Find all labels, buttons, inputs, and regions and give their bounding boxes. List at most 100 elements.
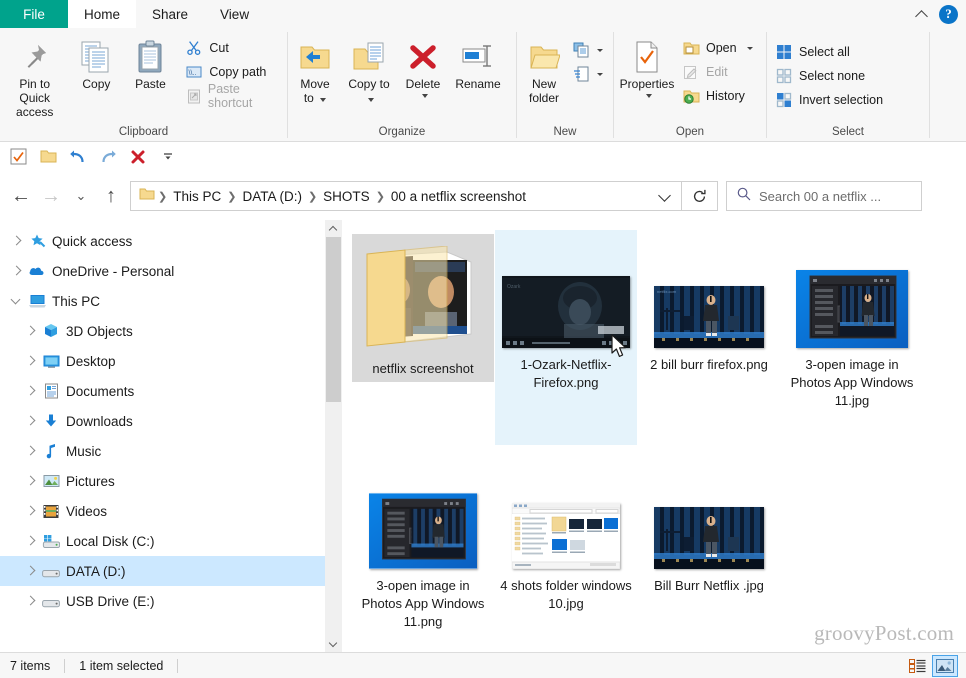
sidebar-item-data-d[interactable]: DATA (D:) <box>0 556 342 586</box>
breadcrumb-sep-3[interactable]: ❯ <box>375 190 386 203</box>
pin-to-quick-access-button[interactable]: Pin to Quick access <box>0 34 69 122</box>
twisty-icon[interactable] <box>6 291 26 311</box>
tab-view[interactable]: View <box>204 0 266 28</box>
breadcrumb-item-this-pc[interactable]: This PC <box>168 189 226 204</box>
paste-shortcut-button[interactable]: Paste shortcut <box>183 82 287 110</box>
help-icon[interactable]: ? <box>939 4 958 24</box>
breadcrumb-item-shots[interactable]: SHOTS <box>318 189 375 204</box>
delete-button[interactable]: Delete <box>396 34 450 101</box>
redo-arrow-icon[interactable] <box>98 147 118 167</box>
list-item[interactable]: 4 shots folder windows 10.jpg <box>495 451 637 666</box>
copy-path-button[interactable]: \\.. Copy path <box>183 60 287 84</box>
new-folder-button[interactable]: New folder <box>517 34 571 108</box>
twisty-icon[interactable] <box>20 471 40 491</box>
tab-file[interactable]: File <box>0 0 68 28</box>
twisty-icon[interactable] <box>20 561 40 581</box>
scroll-down-icon[interactable] <box>325 635 342 652</box>
cut-button[interactable]: Cut <box>183 36 287 60</box>
twisty-icon[interactable] <box>6 231 26 251</box>
sidebar-item-pictures[interactable]: Pictures <box>0 466 342 496</box>
new-item-button[interactable] <box>571 38 609 62</box>
navigation-pane-scrollbar[interactable] <box>325 220 342 652</box>
history-icon <box>682 87 700 105</box>
refresh-icon[interactable] <box>682 181 718 211</box>
sidebar-item-music[interactable]: Music <box>0 436 342 466</box>
rename-button[interactable]: Rename <box>450 34 506 94</box>
open-caret-icon[interactable] <box>746 46 753 50</box>
sidebar-item-quick-access[interactable]: Quick access <box>0 226 342 256</box>
back-arrow-icon[interactable]: ← <box>6 181 36 211</box>
history-button[interactable]: History <box>680 84 759 108</box>
copy-to-button[interactable]: Copy to <box>342 34 396 108</box>
twisty-icon[interactable] <box>20 321 40 341</box>
breadcrumb-sep-0[interactable]: ❯ <box>157 190 168 203</box>
sidebar-item-3d-objects[interactable]: 3D Objects <box>0 316 342 346</box>
chevron-up-icon[interactable] <box>915 7 929 21</box>
easy-access-button[interactable] <box>571 62 609 86</box>
sidebar-item-local-disk-c[interactable]: Local Disk (C:) <box>0 526 342 556</box>
twisty-icon[interactable] <box>6 261 26 281</box>
new-item-caret-icon[interactable] <box>597 48 603 52</box>
sidebar-item-downloads[interactable]: Downloads <box>0 406 342 436</box>
details-view-button[interactable] <box>904 655 930 677</box>
list-item[interactable]: netflix.com 2 bill burr firefox.png <box>638 230 780 445</box>
twisty-icon[interactable] <box>20 351 40 371</box>
scroll-up-icon[interactable] <box>325 220 342 237</box>
breadcrumb-item-data-d[interactable]: DATA (D:) <box>237 189 307 204</box>
move-to-button[interactable]: Move to <box>288 34 342 108</box>
list-item[interactable]: Bill Burr Netflix .jpg <box>638 451 780 666</box>
sidebar-item-label: OneDrive - Personal <box>52 263 175 279</box>
ribbon: Pin to Quick access Copy Paste Cut \\.. … <box>0 28 966 142</box>
select-all-button[interactable]: Select all <box>773 40 889 64</box>
open-button[interactable]: Open <box>680 36 759 60</box>
easy-access-caret-icon[interactable] <box>597 72 603 76</box>
tab-share[interactable]: Share <box>136 0 205 28</box>
sidebar-item-this-pc[interactable]: This PC <box>0 286 342 316</box>
list-item[interactable]: Ozark 1-Ozark-Netflix-Firefox.png <box>495 230 637 445</box>
twisty-icon[interactable] <box>20 501 40 521</box>
copy-button[interactable]: Copy <box>69 34 123 94</box>
image-thumbnail <box>654 507 764 569</box>
recent-locations-icon[interactable]: ⌄ <box>66 181 96 211</box>
properties-caret-icon[interactable] <box>645 94 652 98</box>
breadcrumb-item-current[interactable]: 00 a netflix screenshot <box>386 189 531 204</box>
list-item[interactable]: 3-open image in Photos App Windows 11.jp… <box>781 230 923 445</box>
sidebar-item-documents[interactable]: Documents <box>0 376 342 406</box>
scrollbar-thumb[interactable] <box>326 237 341 402</box>
sidebar-item-desktop[interactable]: Desktop <box>0 346 342 376</box>
list-item[interactable]: 3-open image in Photos App Windows 11.pn… <box>352 451 494 666</box>
properties-button[interactable]: Properties <box>614 34 680 101</box>
sidebar-item-videos[interactable]: Videos <box>0 496 342 526</box>
red-x-icon[interactable] <box>128 147 148 167</box>
svg-text:Ozark: Ozark <box>507 284 521 290</box>
undo-arrow-icon[interactable] <box>68 147 88 167</box>
edit-button[interactable]: Edit <box>680 60 759 84</box>
large-icons-view-button[interactable] <box>932 654 958 677</box>
folder-icon[interactable] <box>38 147 58 167</box>
twisty-icon[interactable] <box>20 591 40 611</box>
select-none-button[interactable]: Select none <box>773 64 889 88</box>
checkbox-properties-icon[interactable] <box>8 147 28 167</box>
list-item[interactable]: netflix screenshot <box>352 234 494 382</box>
file-list-view[interactable]: netflix screenshot Ozark 1-Ozark-Netflix… <box>342 220 966 652</box>
thumbnail <box>781 236 923 348</box>
chevron-down-icon[interactable] <box>158 147 178 167</box>
twisty-icon[interactable] <box>20 381 40 401</box>
paste-button[interactable]: Paste <box>123 34 177 94</box>
twisty-icon[interactable] <box>20 441 40 461</box>
sidebar-item-usb-drive-e[interactable]: USB Drive (E:) <box>0 586 342 616</box>
search-input[interactable]: Search 00 a netflix ... <box>726 181 922 211</box>
delete-caret-icon[interactable] <box>421 94 428 98</box>
forward-arrow-icon[interactable]: → <box>36 181 66 211</box>
twisty-icon[interactable] <box>20 531 40 551</box>
breadcrumb-sep-1[interactable]: ❯ <box>226 190 237 203</box>
invert-selection-button[interactable]: Invert selection <box>773 88 889 112</box>
chevron-down-icon[interactable] <box>651 182 677 210</box>
copy-path-icon: \\.. <box>185 63 203 81</box>
breadcrumb-path-box[interactable]: ❯ This PC ❯ DATA (D:) ❯ SHOTS ❯ 00 a net… <box>130 181 682 211</box>
up-arrow-icon[interactable]: ↑ <box>96 181 126 211</box>
sidebar-item-onedrive[interactable]: OneDrive - Personal <box>0 256 342 286</box>
breadcrumb-sep-2[interactable]: ❯ <box>307 190 318 203</box>
tab-home[interactable]: Home <box>68 0 137 28</box>
twisty-icon[interactable] <box>20 411 40 431</box>
